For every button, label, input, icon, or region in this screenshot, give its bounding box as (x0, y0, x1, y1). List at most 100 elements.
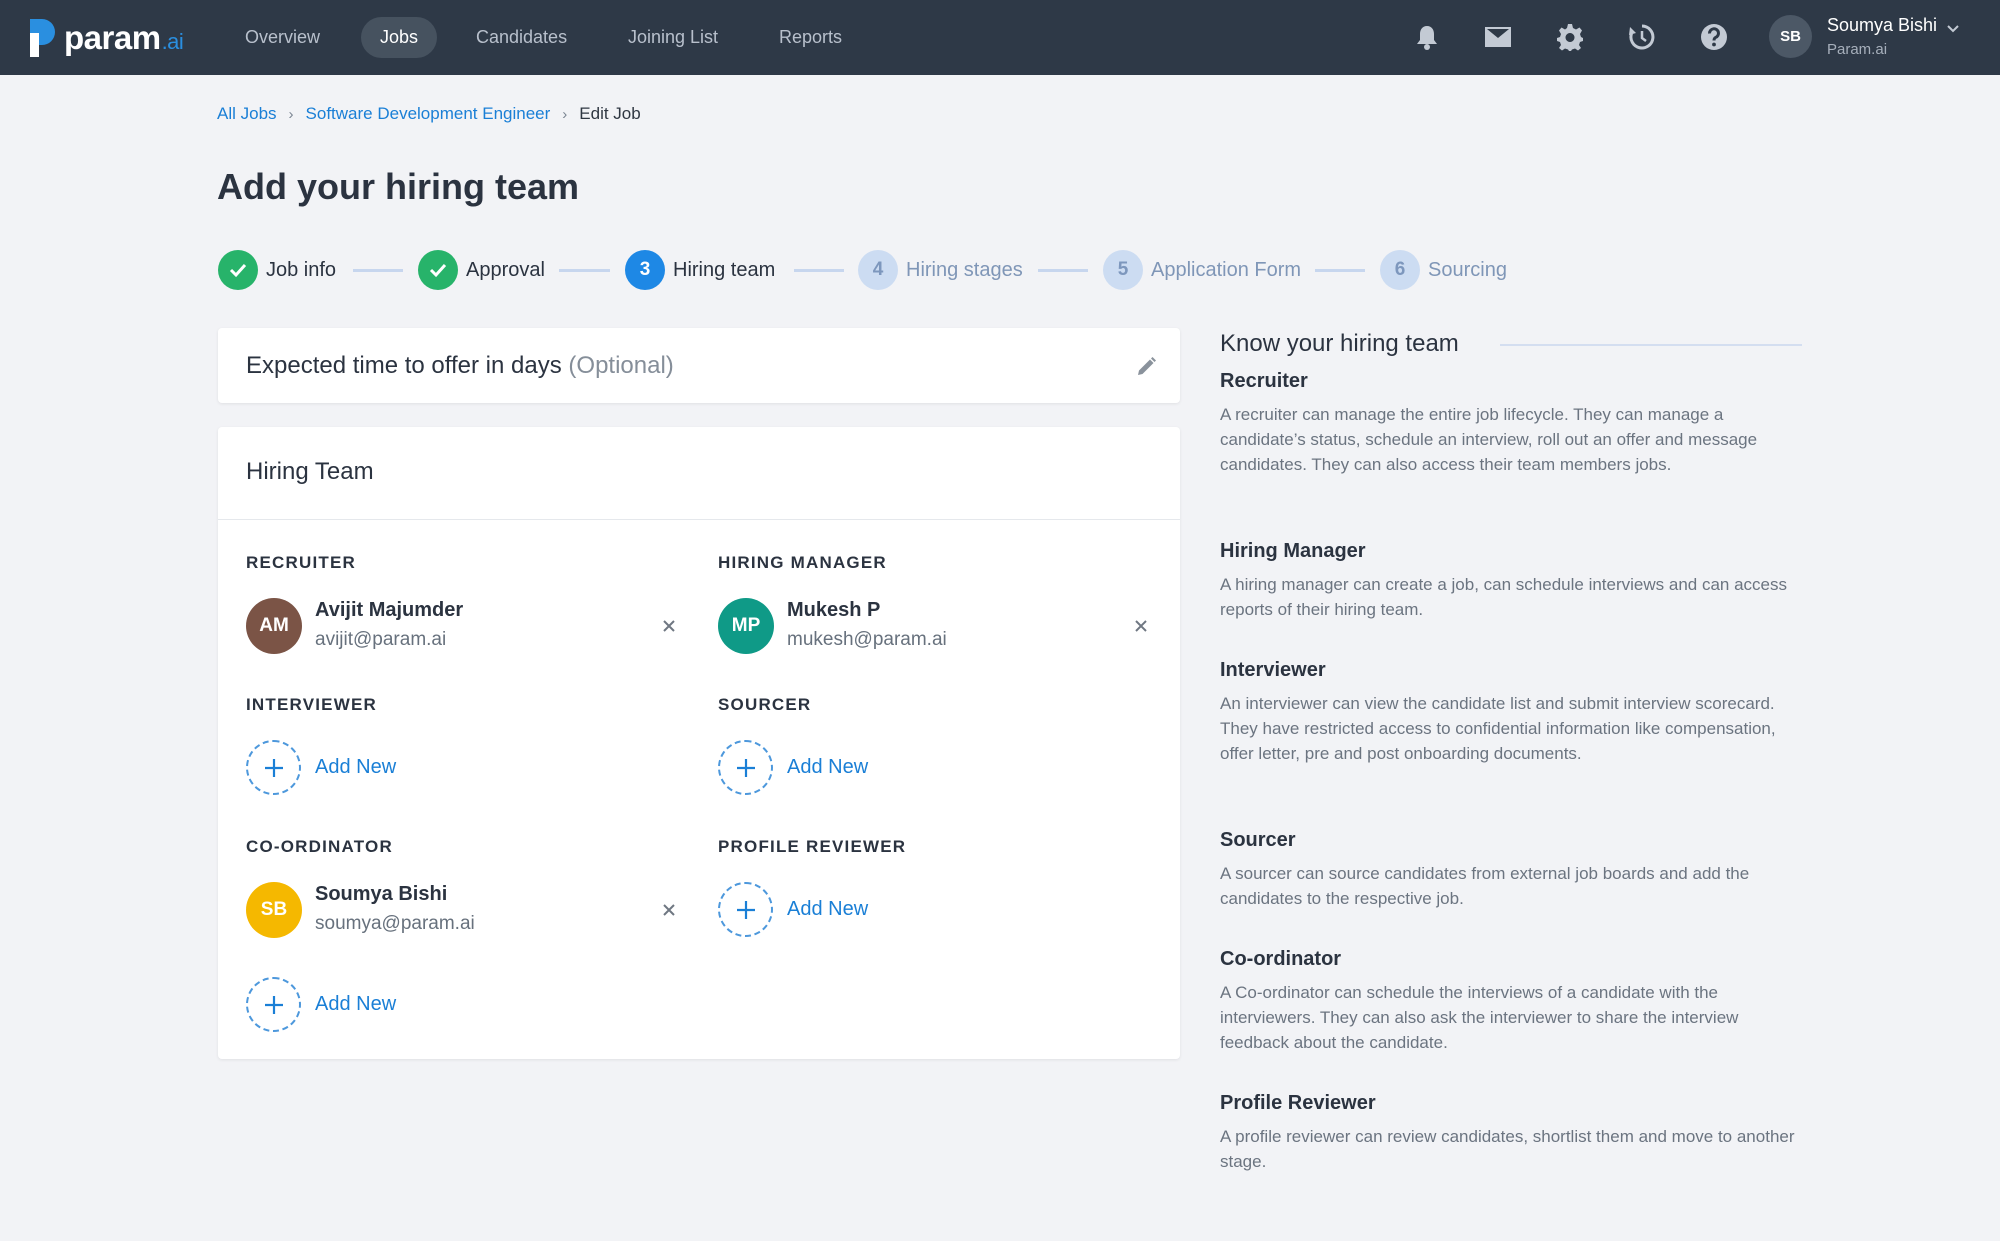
plus-icon (736, 900, 755, 919)
step-number: 3 (625, 250, 665, 290)
top-navbar: param.ai Overview Jobs Candidates Joinin… (0, 0, 2000, 75)
logo-mark-icon (30, 19, 55, 57)
step-connector (1315, 269, 1365, 272)
nav-candidates[interactable]: Candidates (457, 17, 586, 58)
optional-tag: (Optional) (568, 352, 674, 379)
brand-name: param.ai (64, 19, 184, 56)
step-connector (794, 269, 844, 272)
help-icon[interactable] (1697, 20, 1731, 54)
nav-reports[interactable]: Reports (760, 17, 861, 58)
step-number: 4 (858, 250, 898, 290)
step-label: Hiring stages (906, 258, 1023, 281)
offer-time-card: Expected time to offer in days (Optional… (218, 328, 1180, 403)
info-role-title: Profile Reviewer (1220, 1092, 1376, 1114)
info-role-title: Interviewer (1220, 659, 1326, 681)
divider (1500, 344, 1802, 346)
info-role-title: Co-ordinator (1220, 948, 1342, 970)
nav-jobs[interactable]: Jobs (361, 17, 438, 58)
coordinator-email: soumya@param.ai (315, 913, 475, 934)
nav-overview[interactable]: Overview (226, 17, 339, 58)
recruiter-name: Avijit Majumder (315, 599, 464, 621)
brand-suffix: .ai (161, 29, 184, 54)
user-avatar[interactable]: SB (1769, 15, 1812, 58)
role-label-hiring-manager: HIRING MANAGER (718, 553, 887, 572)
step-sourcing[interactable]: 6 Sourcing (1380, 250, 1507, 290)
step-label: Application Form (1151, 258, 1302, 281)
add-sourcer-button[interactable] (718, 740, 773, 795)
step-connector (1038, 269, 1088, 272)
step-job-info[interactable]: Job info (218, 250, 336, 290)
role-label-recruiter: RECRUITER (246, 553, 356, 572)
add-interviewer-button[interactable] (246, 740, 301, 795)
user-name[interactable]: Soumya Bishi (1827, 15, 1937, 36)
breadcrumb: All Jobs › Software Development Engineer… (217, 104, 641, 124)
breadcrumb-all-jobs[interactable]: All Jobs (217, 104, 277, 124)
add-profile-reviewer-button[interactable] (718, 882, 773, 937)
gear-icon[interactable] (1553, 20, 1587, 54)
pencil-icon[interactable] (1134, 355, 1158, 379)
avatar: MP (718, 598, 774, 654)
coordinator-name: Soumya Bishi (315, 883, 448, 905)
info-role-title: Recruiter (1220, 370, 1308, 392)
step-hiring-team[interactable]: 3 Hiring team (625, 250, 775, 290)
add-coordinator-link[interactable]: Add New (315, 993, 396, 1016)
add-interviewer-link[interactable]: Add New (315, 756, 396, 779)
step-label: Job info (266, 258, 337, 281)
hiring-team-card: Hiring Team RECRUITER AM Avijit Majumder… (218, 427, 1180, 1059)
info-role-desc: An interviewer can view the candidate li… (1220, 694, 1776, 763)
mail-icon[interactable] (1481, 20, 1515, 54)
recruiter-email: avijit@param.ai (315, 629, 447, 650)
info-role-desc: A profile reviewer can review candidates… (1220, 1127, 1795, 1171)
step-number: 6 (1380, 250, 1420, 290)
chevron-down-icon[interactable] (1945, 20, 1961, 36)
plus-icon (264, 758, 283, 777)
step-label: Sourcing (1428, 258, 1507, 281)
hiring-manager-email: mukesh@param.ai (787, 629, 947, 650)
role-label-interviewer: INTERVIEWER (246, 695, 377, 714)
avatar: AM (246, 598, 302, 654)
breadcrumb-current: Edit Job (579, 104, 641, 123)
step-connector (353, 269, 403, 272)
step-number: 5 (1103, 250, 1143, 290)
check-icon (218, 250, 258, 290)
history-icon[interactable] (1625, 20, 1659, 54)
user-org: Param.ai (1827, 41, 1888, 58)
step-approval[interactable]: Approval (418, 250, 545, 290)
role-label-profile-reviewer: PROFILE REVIEWER (718, 837, 907, 856)
check-icon (418, 250, 458, 290)
nav-joining-list[interactable]: Joining List (609, 17, 737, 58)
add-profile-reviewer-link[interactable]: Add New (787, 898, 868, 921)
plus-icon (264, 995, 283, 1014)
avatar: SB (246, 882, 302, 938)
brand-logo[interactable]: param.ai (30, 19, 184, 57)
step-connector (559, 269, 610, 272)
step-application-form[interactable]: 5 Application Form (1103, 250, 1301, 290)
step-label: Hiring team (673, 258, 776, 281)
role-label-sourcer: SOURCER (718, 695, 812, 714)
chevron-right-icon: › (288, 105, 294, 123)
add-sourcer-link[interactable]: Add New (787, 756, 868, 779)
chevron-right-icon: › (562, 105, 568, 123)
offer-time-title: Expected time to offer in days (Optional… (246, 352, 674, 379)
info-role-title: Sourcer (1220, 829, 1296, 851)
hiring-team-title: Hiring Team (246, 458, 374, 485)
page-title: Add your hiring team (217, 166, 580, 207)
step-hiring-stages[interactable]: 4 Hiring stages (858, 250, 1023, 290)
info-role-desc: A Co-ordinator can schedule the intervie… (1220, 983, 1739, 1052)
close-icon[interactable] (659, 900, 679, 920)
plus-icon (736, 758, 755, 777)
hiring-manager-name: Mukesh P (787, 599, 881, 621)
info-role-desc: A hiring manager can create a job, can s… (1220, 575, 1787, 619)
close-icon[interactable] (1131, 616, 1151, 636)
info-role-desc: A sourcer can source candidates from ext… (1220, 864, 1750, 908)
bell-icon[interactable] (1410, 20, 1444, 54)
role-label-coordinator: CO-ORDINATOR (246, 837, 393, 856)
close-icon[interactable] (659, 616, 679, 636)
divider (218, 519, 1180, 520)
add-coordinator-button[interactable] (246, 977, 301, 1032)
step-label: Approval (466, 258, 545, 281)
breadcrumb-job[interactable]: Software Development Engineer (306, 104, 551, 124)
info-role-desc: A recruiter can manage the entire job li… (1220, 405, 1758, 474)
info-heading: Know your hiring team (1220, 330, 1459, 357)
info-role-title: Hiring Manager (1220, 540, 1366, 562)
